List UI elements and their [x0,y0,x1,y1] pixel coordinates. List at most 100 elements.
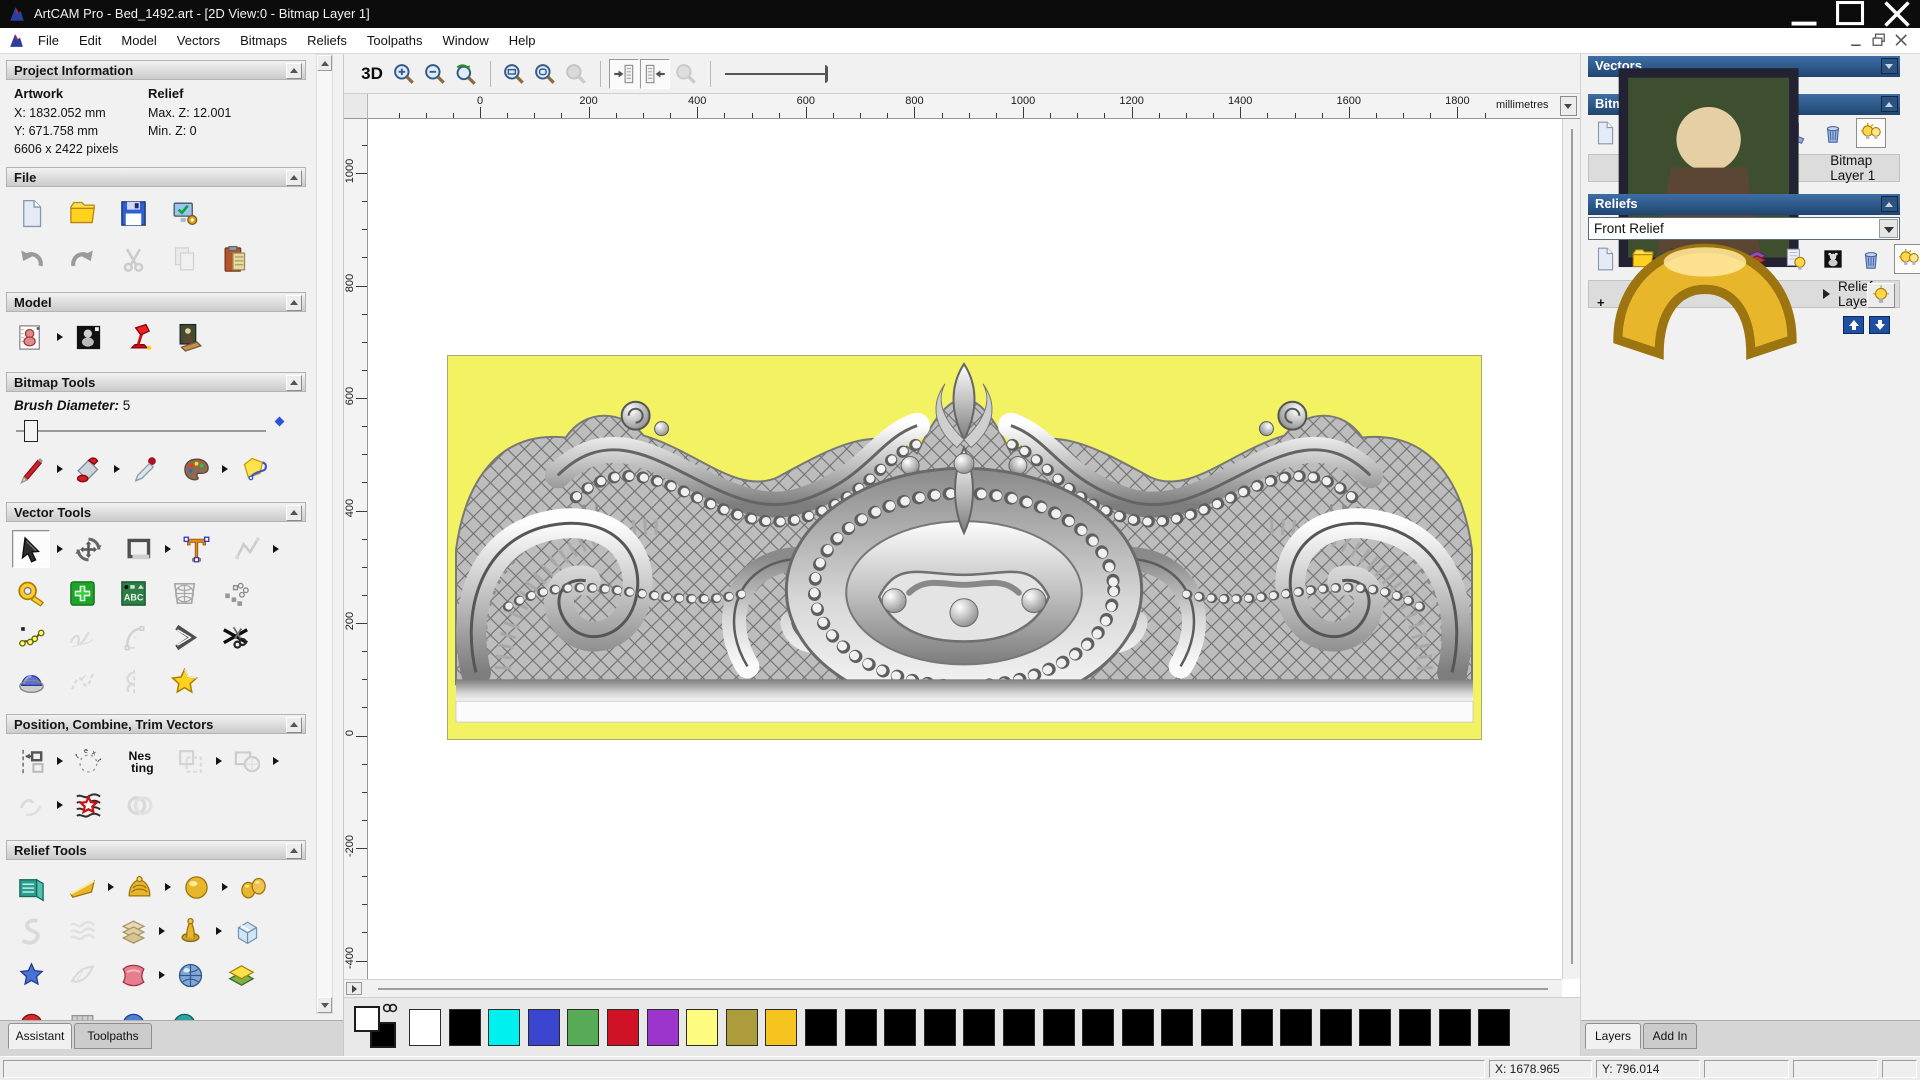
palette-swatch[interactable] [1161,1009,1193,1046]
palette-swatch[interactable] [963,1009,995,1046]
menu-model[interactable]: Model [111,28,166,54]
select-icon[interactable] [12,530,50,568]
palette-swatch[interactable] [924,1009,956,1046]
palette-swatch[interactable] [1280,1009,1312,1046]
menu-file[interactable]: File [28,28,69,54]
add-relief-layer-glyph[interactable]: + [1597,295,1605,310]
palette-swatch[interactable] [1003,1009,1035,1046]
weave-icon[interactable] [63,912,101,950]
maximize-button[interactable] [1828,0,1874,28]
stamp-star-icon[interactable] [69,786,107,824]
sphere-texture-icon[interactable] [171,956,209,994]
clip-teal-icon[interactable] [165,1000,203,1020]
curve-join-icon[interactable] [63,662,101,700]
flyout-arrow-icon[interactable] [216,757,222,765]
options-icon[interactable] [165,194,203,232]
open-folder-icon[interactable] [63,194,101,232]
collapse-button[interactable] [286,295,302,311]
zoom-slider-handle[interactable] [825,65,828,83]
snap-dots-icon[interactable] [216,574,254,612]
move-layer-down-button[interactable] [1869,316,1890,334]
model-grayscale-icon[interactable] [69,318,107,356]
close-button[interactable] [1874,0,1920,28]
palette-swatch[interactable] [726,1009,758,1046]
primary-colour[interactable] [354,1006,380,1032]
scroll-down-button[interactable] [317,997,332,1013]
palette-swatch[interactable] [1122,1009,1154,1046]
tab-toolpaths[interactable]: Toolpaths [74,1023,152,1049]
menu-vectors[interactable]: Vectors [167,28,230,54]
frame-bear-icon[interactable] [1818,244,1848,274]
ruler-units-dropdown[interactable] [1560,96,1577,116]
arc-edit-icon[interactable] [114,618,152,656]
smooth-s-icon[interactable] [12,912,50,950]
menu-toolpaths[interactable]: Toolpaths [357,28,433,54]
palette-swatch[interactable] [1201,1009,1233,1046]
flyout-arrow-icon[interactable] [57,545,63,553]
palette-icon[interactable] [177,450,215,488]
flyout-arrow-icon[interactable] [114,465,120,473]
join-curves-icon[interactable] [12,786,50,824]
3d-view-button[interactable]: 3D [356,59,388,89]
add-cross-icon[interactable] [63,574,101,612]
trash-icon[interactable] [1818,118,1848,148]
vertical-scrollbar[interactable] [1562,119,1580,979]
fold-icon[interactable] [63,956,101,994]
palette-swatch[interactable] [607,1009,639,1046]
pan-into-button[interactable] [609,59,639,89]
zoom-blue-button[interactable] [671,59,701,89]
clip-blue-icon[interactable] [114,1000,152,1020]
palette-swatch[interactable] [1320,1009,1352,1046]
tab-layers[interactable]: Layers [1585,1023,1641,1049]
text-icon[interactable] [177,530,215,568]
move-layer-up-button[interactable] [1843,316,1864,334]
dome-icon[interactable] [12,662,50,700]
menu-window[interactable]: Window [433,28,499,54]
rings-icon[interactable] [120,786,158,824]
palette-swatch[interactable] [1241,1009,1273,1046]
flyout-arrow-icon[interactable] [159,971,165,979]
palette-swatch[interactable] [686,1009,718,1046]
distort-icon[interactable] [114,956,152,994]
collapse-button[interactable] [286,505,302,521]
redo-icon[interactable] [63,240,101,278]
text-on-curve-icon[interactable]: text [69,742,107,780]
bulbs-icon[interactable] [1856,118,1886,148]
tab-assistant[interactable]: Assistant [8,1023,72,1049]
palette-swatch[interactable] [528,1009,560,1046]
menu-reliefs[interactable]: Reliefs [297,28,357,54]
flyout-arrow-icon[interactable] [165,883,171,891]
flyout-arrow-icon[interactable] [108,883,114,891]
flood-fill-icon[interactable] [69,450,107,488]
rectangle-icon[interactable] [120,530,158,568]
bitmap-artwork[interactable] [447,355,1482,740]
flyout-arrow-icon[interactable] [57,465,63,473]
expand-vectors-button[interactable] [1881,58,1898,74]
collapse-button[interactable] [286,170,302,186]
mdi-minimize-button[interactable] [1848,32,1867,49]
menu-help[interactable]: Help [499,28,546,54]
zoom-last-button[interactable] [451,59,481,89]
relief-knob-icon[interactable] [171,912,209,950]
flyout-arrow-icon[interactable] [159,927,165,935]
offset-stack-icon[interactable] [114,912,152,950]
star-icon[interactable] [165,662,203,700]
mirror-curve-icon[interactable] [114,662,152,700]
collapse-button[interactable] [286,717,302,733]
flyout-arrow-icon[interactable] [57,757,63,765]
collapse-button[interactable] [286,63,302,79]
palette-swatch[interactable] [845,1009,877,1046]
flyout-arrow-icon[interactable] [273,545,279,553]
chevron-icon[interactable] [165,618,203,656]
paste-icon[interactable] [216,240,254,278]
text-abc-icon[interactable]: ABC [114,574,152,612]
relief-wedge-icon[interactable] [63,868,101,906]
expand-relief-layer-icon[interactable] [1823,289,1830,299]
palette-swatch[interactable] [805,1009,837,1046]
brush-slider-handle[interactable] [24,420,38,442]
trash-icon[interactable] [1856,244,1886,274]
hscroll-button[interactable] [346,982,362,995]
polyline-icon[interactable] [228,530,266,568]
nesting-icon[interactable]: Nesting [120,742,158,780]
copy-icon[interactable] [165,240,203,278]
